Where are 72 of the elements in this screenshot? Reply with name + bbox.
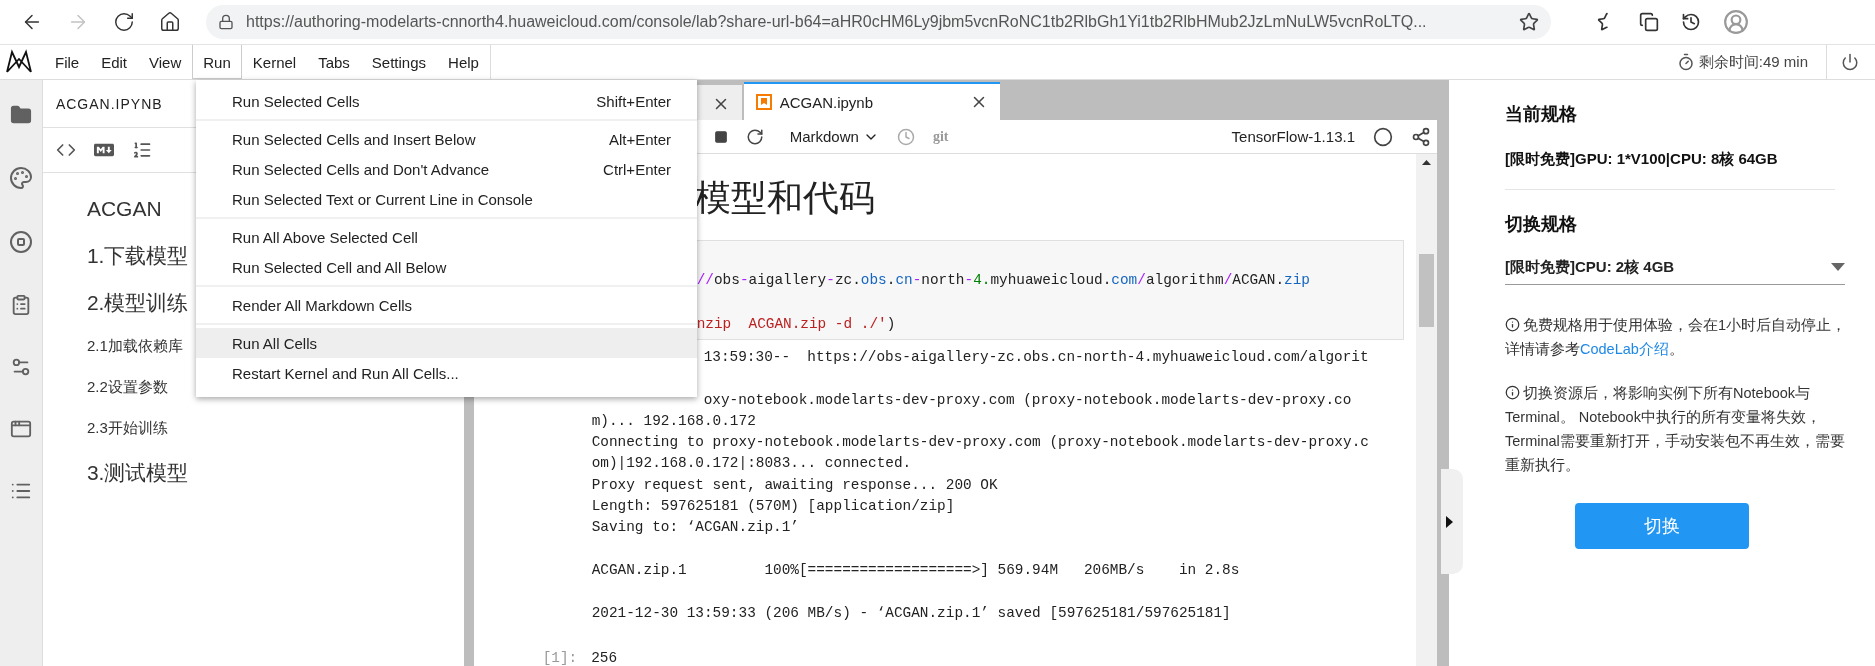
spec-select[interactable]: [限时免费]CPU: 2核 4GB xyxy=(1505,250,1845,285)
address-bar[interactable]: https://authoring-modelarts-cnnorth4.huaweicloud.com/console/lab?share-url-b64=aHR0cHM6Ly9jbm5vcnRoNC1tb2RlbGh1Yi1tb2RlbHMub2JzLmNuLW5vcnRoLTQ... xyxy=(206,5,1551,39)
info-note: 切换资源后，将影响实例下所有Notebook与Terminal。 Notebook中执行的所有变量将失效，Terminal需要重新打开，手动安装包不再生效，需要重新执行。 xyxy=(1505,384,1846,475)
power-icon[interactable] xyxy=(1841,53,1859,71)
current-spec: [限时免费]GPU: 1*V100|CPU: 8核 64GB xyxy=(1505,150,1779,169)
collapse-handle[interactable] xyxy=(1441,469,1463,574)
menu-entry[interactable]: Run Selected Cell and All Below xyxy=(196,252,697,282)
menu-entry[interactable]: Render All Markdown Cells xyxy=(196,290,697,320)
output-line: Saving to: ‘ACGAN.zip.1’ xyxy=(591,518,800,538)
kernel-status-icon xyxy=(1373,126,1393,147)
output-line: 2021-12-30 13:59:33 (206 MB/s) - ‘ACGAN.zip.1’ saved [597625181/597625181] xyxy=(591,603,1232,623)
menu-entry[interactable]: Run Selected Text or Current Line in Console xyxy=(196,184,697,214)
shortcut: Ctrl+Enter xyxy=(603,160,671,178)
notebook-tab[interactable]: ACGAN.ipynb xyxy=(743,82,1000,120)
menu-item[interactable]: Settings xyxy=(360,45,438,79)
remaining-time: 剩余时间:49 min xyxy=(1698,52,1808,72)
add-favorite-icon[interactable] xyxy=(1519,12,1539,32)
output-line: Length: 597625181 (570M) [application/zip] xyxy=(591,497,956,517)
cell-prompt: [1]: xyxy=(542,649,578,666)
shortcut: Shift+Enter xyxy=(596,92,671,110)
info-icon xyxy=(1505,317,1520,332)
output-line: Connecting to proxy-notebook.modelarts-dev-proxy.com (proxy-notebook.modelarts-dev-proxy.c xyxy=(591,433,1370,453)
output-line: om)|192.168.0.172|:8083... connected. xyxy=(591,454,913,474)
menu-item[interactable]: Kernel xyxy=(241,45,308,79)
menu-item[interactable]: Help xyxy=(437,45,490,79)
timer-icon xyxy=(1676,53,1695,71)
stop-icon[interactable] xyxy=(8,230,33,254)
profile-icon[interactable] xyxy=(1723,9,1749,35)
folder-icon[interactable] xyxy=(9,104,32,126)
cell-heading: 模型和代码 xyxy=(694,176,876,220)
window-icon[interactable] xyxy=(9,418,32,440)
menu-entry[interactable]: Restart Kernel and Run All Cells... xyxy=(196,358,697,388)
output-line: 13:59:30-- https://obs-aigallery-zc.obs.cn-north-4.myhuaweicloud.com/algorit xyxy=(703,348,1370,367)
home-icon[interactable] xyxy=(159,11,181,33)
scrollbar[interactable] xyxy=(1416,154,1437,666)
code-cell[interactable]: //obs-aigallery-zc.obs.cn-north-4.myhuaweicloud.com/algorithm/ACGAN.zip nzip ACGAN.zip -d ./') xyxy=(695,240,1404,340)
share-icon[interactable] xyxy=(1411,126,1431,147)
section-title: 当前规格 xyxy=(1505,103,1578,126)
expand-icon xyxy=(1445,514,1455,529)
menu-entry[interactable]: Run Selected Cells and Don't Advance Ctrl+Enter xyxy=(196,154,697,184)
toc-item[interactable]: 3.测试模型 xyxy=(86,449,464,496)
info-note: 免费规格用于使用体验，会在1小时后自动停止，详情请参考CodeLab介绍。 xyxy=(1505,316,1847,359)
numbered-list-icon[interactable] xyxy=(131,140,152,160)
stop-icon[interactable] xyxy=(713,129,728,144)
lock-icon xyxy=(218,14,234,30)
scrollbar-thumb[interactable] xyxy=(1419,254,1434,327)
cell-type-select[interactable]: Markdown xyxy=(789,128,879,145)
output-line: oxy-notebook.modelarts-dev-proxy.com (proxy-notebook.modelarts-dev-proxy.co xyxy=(703,390,1353,410)
menu-entry[interactable]: Run All Cells xyxy=(196,328,697,358)
toc-item[interactable]: 2.3开始训练 xyxy=(86,408,464,449)
history-icon[interactable] xyxy=(1681,12,1701,32)
output-line: m)... 192.168.0.172 xyxy=(591,411,757,431)
output-line: ACGAN.zip.1 100%[===================>] 569.94M 206MB/s in 2.8s xyxy=(591,560,1241,580)
reload-icon[interactable] xyxy=(113,11,135,33)
menu-item[interactable]: File xyxy=(44,45,91,79)
menu-item[interactable]: Tabs xyxy=(307,45,361,79)
info-icon xyxy=(1505,385,1520,400)
dropdown-icon xyxy=(1831,263,1845,271)
kernel-name[interactable]: TensorFlow-1.13.1 xyxy=(1231,128,1355,145)
output-line: 256 xyxy=(591,649,618,666)
shortcut: Alt+Enter xyxy=(608,130,671,148)
menu-item[interactable]: Run xyxy=(192,45,242,79)
palette-icon[interactable] xyxy=(8,166,33,190)
output-line: Proxy request sent, awaiting response... 200 OK xyxy=(591,475,999,495)
menu-item[interactable]: Edit xyxy=(90,45,139,79)
menu-entry[interactable]: Run All Above Selected Cell xyxy=(196,222,697,252)
menu-item[interactable]: View xyxy=(138,45,193,79)
section-title: 切换规格 xyxy=(1505,213,1578,236)
collections-icon[interactable] xyxy=(1639,12,1659,32)
notebook-icon xyxy=(755,94,772,110)
codelab-link[interactable]: CodeLab介绍 xyxy=(1580,341,1669,357)
restart-icon[interactable] xyxy=(745,127,764,146)
